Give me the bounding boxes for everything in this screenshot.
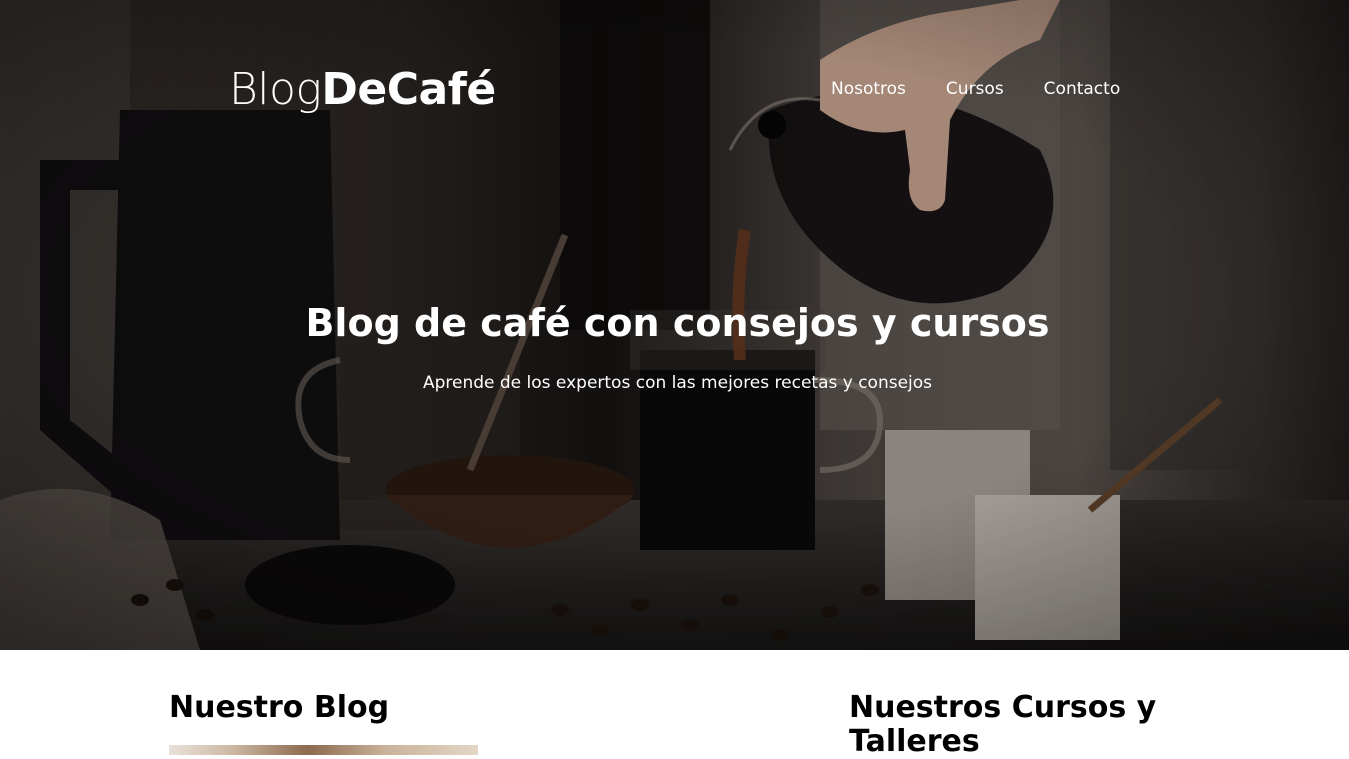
main-nav: Nosotros Cursos Contacto [831, 78, 1120, 100]
courses-section-heading: Nuestros Cursos y Talleres [849, 690, 1157, 759]
main-content: Nuestro Blog Nuestros Cursos y Talleres [0, 650, 1349, 759]
hero-header: BlogDeCafé Nosotros Cursos Contacto Blog… [0, 0, 1349, 650]
logo-light-text: Blog [229, 64, 322, 115]
hero-subtitle: Aprende de los expertos con las mejores … [422, 373, 933, 393]
nav-link-cursos[interactable]: Cursos [946, 78, 1004, 100]
blog-entry-image[interactable] [169, 745, 478, 755]
logo-bold-text: DeCafé [321, 64, 496, 115]
hero-title: Blog de café con consejos y cursos [305, 301, 1050, 345]
nav-link-nosotros[interactable]: Nosotros [831, 78, 906, 100]
site-logo[interactable]: BlogDeCafé [229, 62, 496, 118]
blog-section-heading: Nuestro Blog [169, 690, 390, 725]
nav-link-contacto[interactable]: Contacto [1044, 78, 1121, 100]
